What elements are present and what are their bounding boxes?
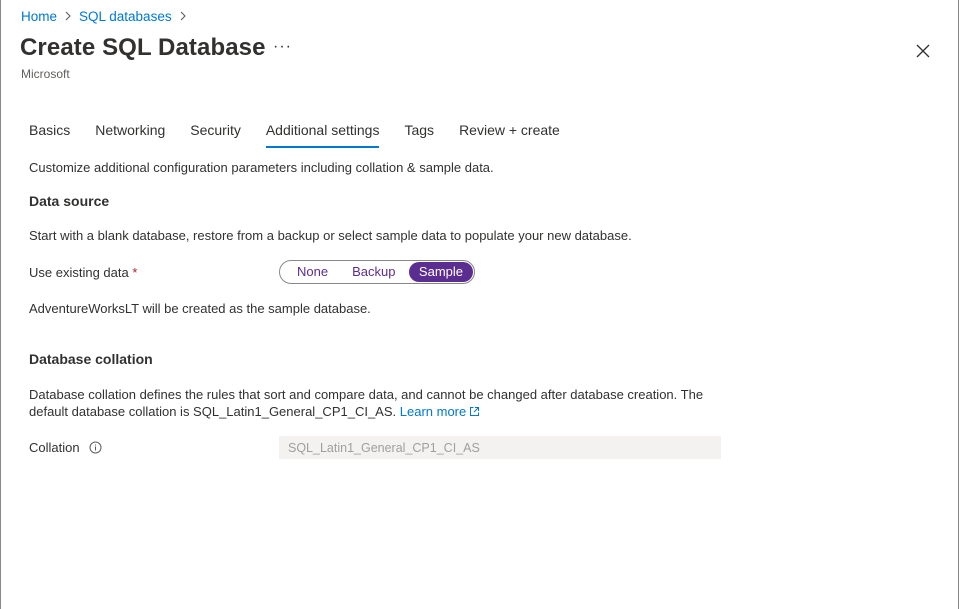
breadcrumb: Home SQL databases <box>21 9 194 24</box>
page-subtitle: Microsoft <box>21 67 70 81</box>
option-none[interactable]: None <box>287 262 338 282</box>
page-title: Create SQL Database <box>20 34 266 61</box>
chevron-right-icon <box>64 10 72 24</box>
learn-more-label: Learn more <box>399 404 467 419</box>
collation-label: Collation <box>29 440 102 455</box>
tab-additional-settings[interactable]: Additional settings <box>258 118 388 148</box>
sample-database-note: AdventureWorksLT will be created as the … <box>29 301 371 316</box>
collation-description-line2-text: default database collation is SQL_Latin1… <box>29 404 397 419</box>
collation-description-line2: default database collation is SQL_Latin1… <box>29 403 703 420</box>
use-existing-data-label-text: Use existing data <box>29 265 129 280</box>
tab-basics[interactable]: Basics <box>21 118 78 148</box>
required-marker: * <box>132 265 138 280</box>
option-sample[interactable]: Sample <box>408 262 473 282</box>
close-button[interactable] <box>912 40 934 62</box>
data-source-description: Start with a blank database, restore fro… <box>29 228 632 243</box>
tab-tags[interactable]: Tags <box>396 118 442 148</box>
database-collation-heading: Database collation <box>29 351 153 367</box>
tab-security[interactable]: Security <box>182 118 249 148</box>
tab-bar: Basics Networking Security Additional se… <box>21 118 577 148</box>
collation-description: Database collation defines the rules tha… <box>29 386 703 420</box>
intro-text: Customize additional configuration param… <box>29 160 494 175</box>
collation-description-line1: Database collation defines the rules tha… <box>29 387 704 402</box>
chevron-right-icon <box>179 10 187 24</box>
tab-review-create[interactable]: Review + create <box>451 118 568 148</box>
breadcrumb-home-link[interactable]: Home <box>21 9 57 24</box>
more-options-button[interactable]: ··· <box>273 38 292 56</box>
close-icon <box>916 44 930 58</box>
tab-networking[interactable]: Networking <box>87 118 173 148</box>
use-existing-data-toggle: None Backup Sample <box>279 260 475 284</box>
info-icon[interactable] <box>89 441 102 454</box>
collation-field: SQL_Latin1_General_CP1_CI_AS <box>279 436 721 459</box>
use-existing-data-label: Use existing data * <box>29 265 137 280</box>
learn-more-link[interactable]: Learn more <box>400 404 480 419</box>
external-link-icon <box>470 407 480 416</box>
data-source-heading: Data source <box>29 193 110 209</box>
collation-label-text: Collation <box>29 440 80 455</box>
option-backup[interactable]: Backup <box>342 262 405 282</box>
breadcrumb-sql-databases-link[interactable]: SQL databases <box>79 9 172 24</box>
